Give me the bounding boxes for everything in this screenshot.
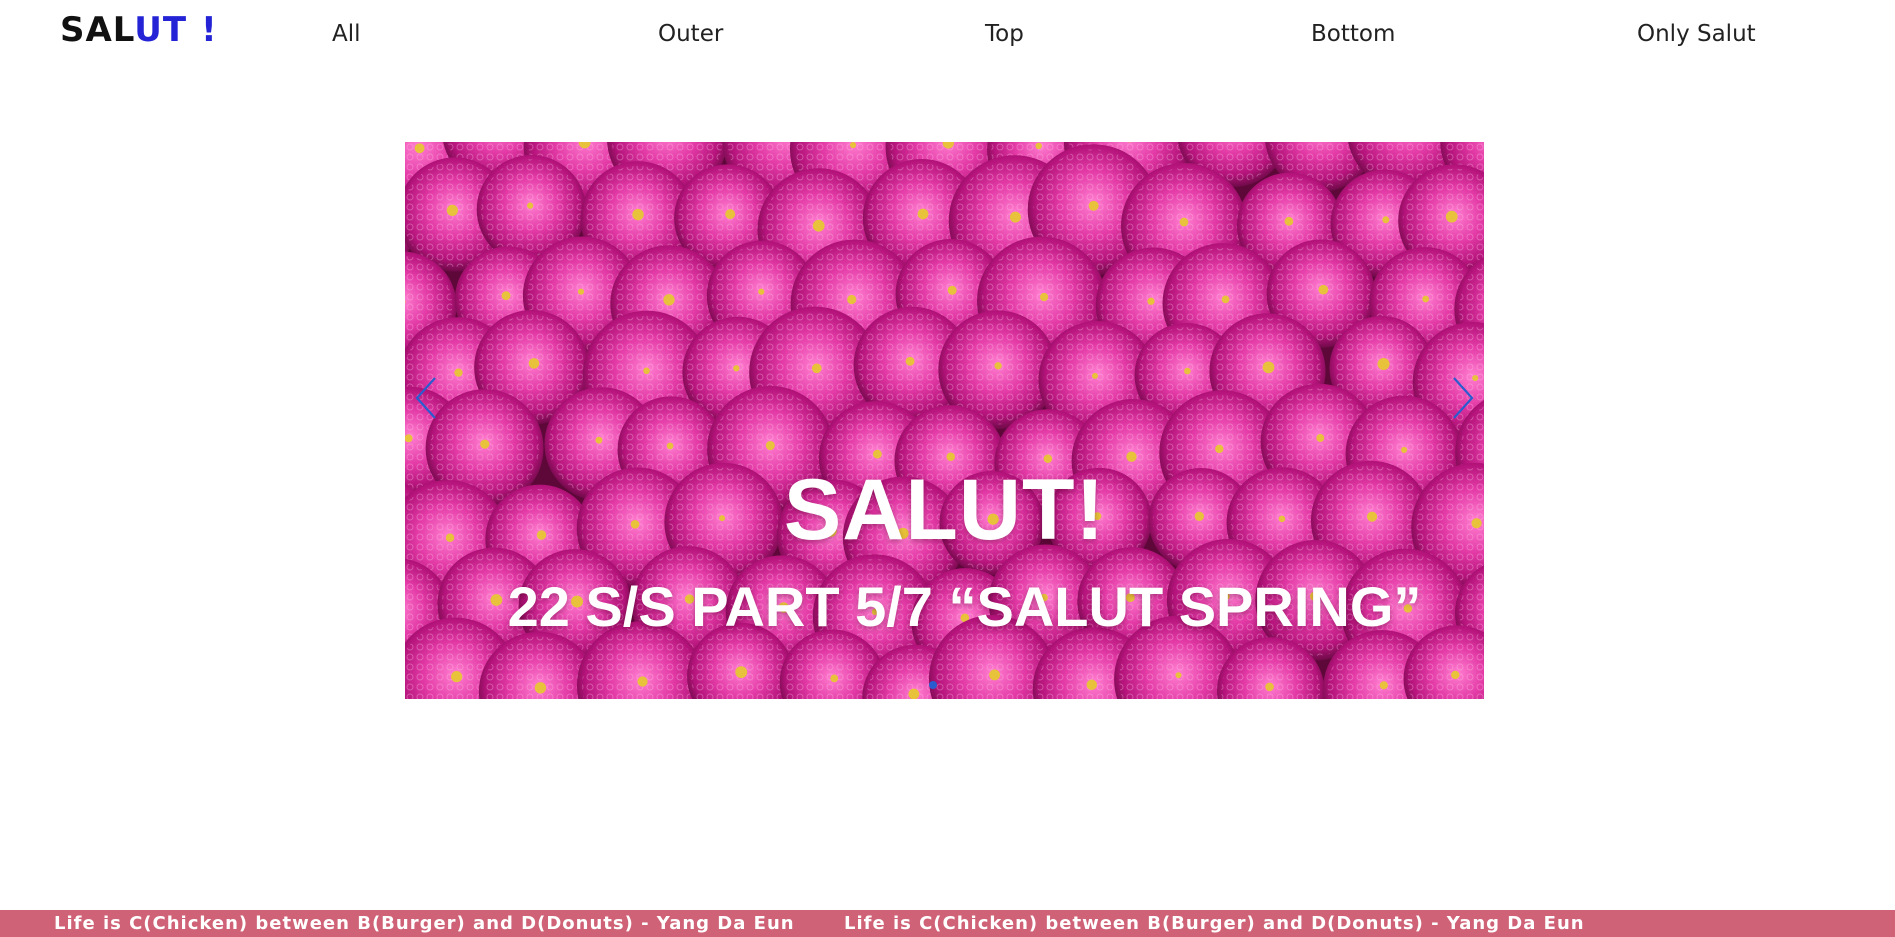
logo-part-sal: SAL — [60, 10, 135, 50]
chevron-left-icon — [415, 377, 436, 419]
nav-item-top[interactable]: Top — [985, 18, 1024, 50]
nav-item-only-salut[interactable]: Only Salut — [1637, 18, 1756, 50]
carousel-prev-button[interactable] — [413, 376, 439, 420]
site-header: SALUT! All Outer Top Bottom Only Salut — [0, 0, 1895, 70]
carousel-indicator-dot[interactable] — [929, 681, 937, 689]
carousel-next-button[interactable] — [1450, 376, 1476, 420]
nav-item-all[interactable]: All — [332, 18, 361, 50]
chevron-right-icon — [1453, 377, 1474, 419]
nav-item-outer[interactable]: Outer — [658, 18, 723, 50]
slide-title: SALUT! — [783, 462, 1106, 558]
marquee-text-repeat: Life is C(Chicken) between B(Burger) and… — [844, 913, 1585, 934]
logo-part-exclamation: ! — [201, 10, 218, 50]
site-logo[interactable]: SALUT! — [60, 8, 218, 52]
logo-part-ut: UT — [134, 10, 188, 50]
nav-item-bottom[interactable]: Bottom — [1311, 18, 1395, 50]
footer-marquee-bar: Life is C(Chicken) between B(Burger) and… — [0, 910, 1895, 937]
slide-subtitle: 22 S/S PART 5/7 “SALUT SPRING” — [507, 575, 1422, 638]
banner-carousel: SALUT! 22 S/S PART 5/7 “SALUT SPRING” — [405, 142, 1484, 699]
marquee-text: Life is C(Chicken) between B(Burger) and… — [54, 913, 795, 934]
